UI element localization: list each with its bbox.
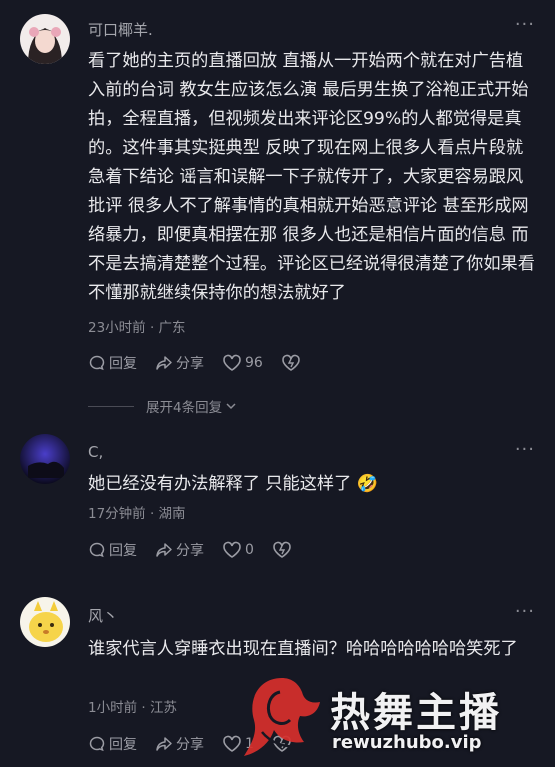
- comment-actions: 回复 分享 96: [88, 353, 322, 373]
- reply-label: 回复: [109, 543, 137, 559]
- reply-button[interactable]: 回复: [88, 540, 137, 560]
- share-label: 分享: [176, 737, 204, 753]
- reply-button[interactable]: 回复: [88, 353, 137, 373]
- share-label: 分享: [176, 543, 204, 559]
- like-count: 96: [245, 355, 263, 371]
- share-button[interactable]: 分享: [155, 353, 204, 373]
- chevron-down-icon: [226, 403, 236, 410]
- avatar[interactable]: [20, 14, 70, 64]
- avatar[interactable]: [20, 597, 70, 647]
- heart-icon: [223, 735, 241, 752]
- divider-line: [88, 405, 134, 407]
- comment-item: 可口椰羊. ··· 看了她的主页的直播回放 直播从一开始两个就在对广告植入前的台…: [0, 0, 555, 416]
- comment-meta: 17分钟前 · 湖南: [88, 506, 186, 522]
- comment-text: 谁家代言人穿睡衣出现在直播间？哈哈哈哈哈哈哈笑死了: [88, 639, 518, 659]
- comment-username[interactable]: C,: [88, 443, 103, 461]
- reply-button[interactable]: 回复: [88, 734, 137, 754]
- reply-icon: [89, 542, 105, 558]
- avatar[interactable]: [20, 434, 70, 484]
- share-icon: [156, 737, 172, 751]
- broken-heart-icon: [282, 354, 300, 371]
- reply-label: 回复: [109, 737, 137, 753]
- avatar-image: [20, 597, 70, 647]
- broken-heart-icon: [273, 541, 291, 558]
- share-button[interactable]: 分享: [155, 540, 204, 560]
- reply-label: 回复: [109, 356, 137, 372]
- comment-text: 她已经没有办法解释了 只能这样了 🤣: [88, 474, 379, 494]
- expand-replies-label: 展开4条回复: [146, 400, 223, 416]
- like-count: 0: [245, 542, 254, 558]
- watermark: 热舞主播 rewuzhubo.vip: [240, 672, 550, 764]
- share-icon: [156, 356, 172, 370]
- comment-actions: 回复 分享 0: [88, 540, 313, 560]
- share-button[interactable]: 分享: [155, 734, 204, 754]
- watermark-url: rewuzhubo.vip: [332, 732, 482, 753]
- dislike-button[interactable]: [281, 354, 304, 372]
- heart-icon: [223, 354, 241, 371]
- more-options-icon[interactable]: ···: [515, 14, 535, 35]
- share-icon: [156, 543, 172, 557]
- watermark-logo-icon: [244, 678, 320, 756]
- like-button[interactable]: 96: [222, 354, 263, 372]
- comment-username[interactable]: 可口椰羊.: [88, 19, 153, 40]
- comment-meta: 1小时前 · 江苏: [88, 700, 177, 716]
- like-button[interactable]: 0: [222, 541, 254, 559]
- comment-text: 看了她的主页的直播回放 直播从一开始两个就在对广告植入前的台词 教女生应该怎么演…: [88, 51, 535, 303]
- comment-item: C, ··· 她已经没有办法解释了 只能这样了 🤣 17分钟前 · 湖南 回复 …: [0, 420, 555, 580]
- more-options-icon[interactable]: ···: [515, 601, 535, 622]
- heart-icon: [223, 541, 241, 558]
- comment-username[interactable]: 风丶: [88, 605, 118, 626]
- comment-meta: 23小时前 · 广东: [88, 320, 186, 336]
- avatar-image: [20, 14, 70, 64]
- reply-icon: [89, 355, 105, 371]
- avatar-image: [20, 434, 70, 484]
- expand-replies[interactable]: 展开4条回复: [88, 396, 238, 416]
- watermark-title: 热舞主播: [330, 690, 502, 736]
- dislike-button[interactable]: [272, 541, 295, 559]
- reply-icon: [89, 736, 105, 752]
- more-options-icon[interactable]: ···: [515, 439, 535, 460]
- share-label: 分享: [176, 356, 204, 372]
